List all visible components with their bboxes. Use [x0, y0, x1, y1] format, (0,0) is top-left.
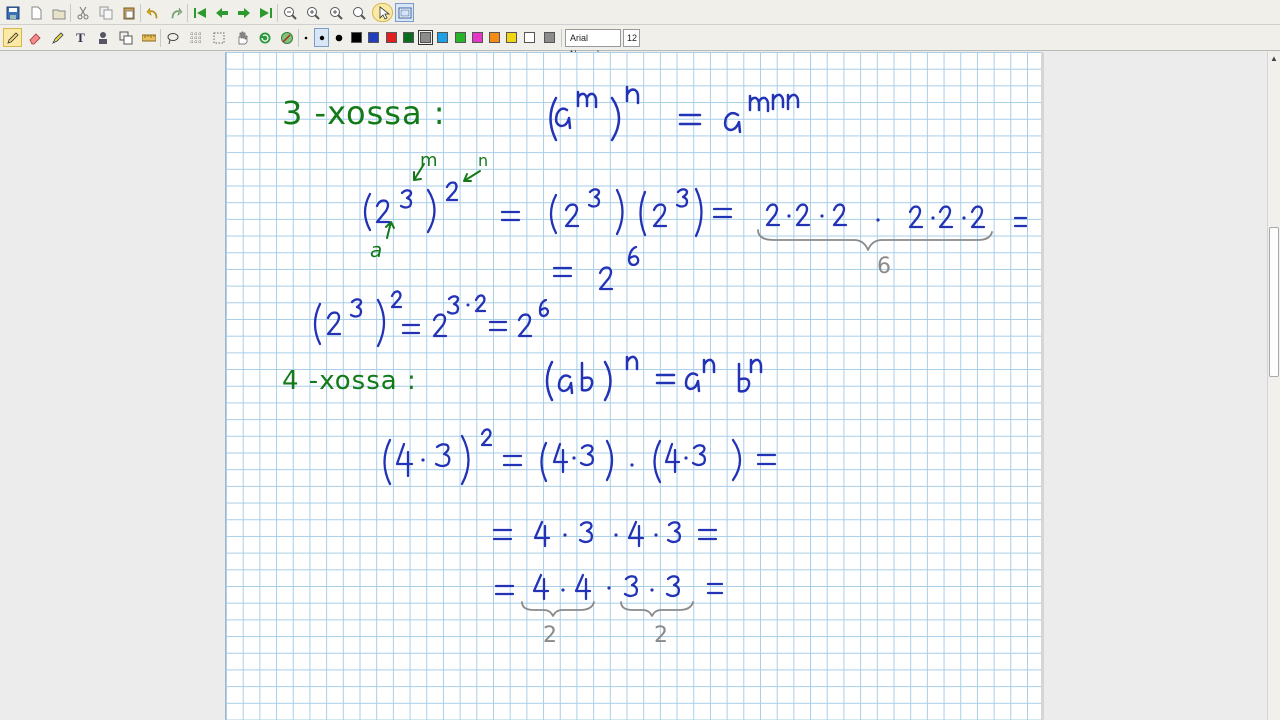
example-power-of-product [383, 428, 777, 486]
brace-count-6: 6 [877, 254, 891, 279]
expanded-product-step [492, 520, 718, 548]
formula-power-of-product [545, 355, 763, 402]
example-power-of-power-shortcut [313, 290, 550, 348]
heading-3-xossa: 3 -xossa : [282, 94, 446, 132]
heading-4-xossa: 4 -xossa : [282, 366, 417, 396]
label-m: m [420, 150, 438, 171]
example-power-of-power [363, 181, 1028, 238]
vertical-scrollbar[interactable]: ▲ [1267, 52, 1280, 720]
label-a: a [370, 238, 382, 262]
brace-count-2-first: 2 [543, 623, 557, 648]
scrollbar-thumb[interactable] [1269, 227, 1279, 377]
formula-power-of-power [549, 85, 800, 142]
label-n: n [478, 151, 488, 170]
brace-count-2-second: 2 [654, 623, 668, 648]
scroll-up-arrow-icon[interactable]: ▲ [1268, 52, 1280, 65]
handwritten-notes: 3 -xossa : m n a 6 4 -xossa: 2 2 [282, 85, 1028, 648]
result-two-power-six [552, 245, 640, 291]
